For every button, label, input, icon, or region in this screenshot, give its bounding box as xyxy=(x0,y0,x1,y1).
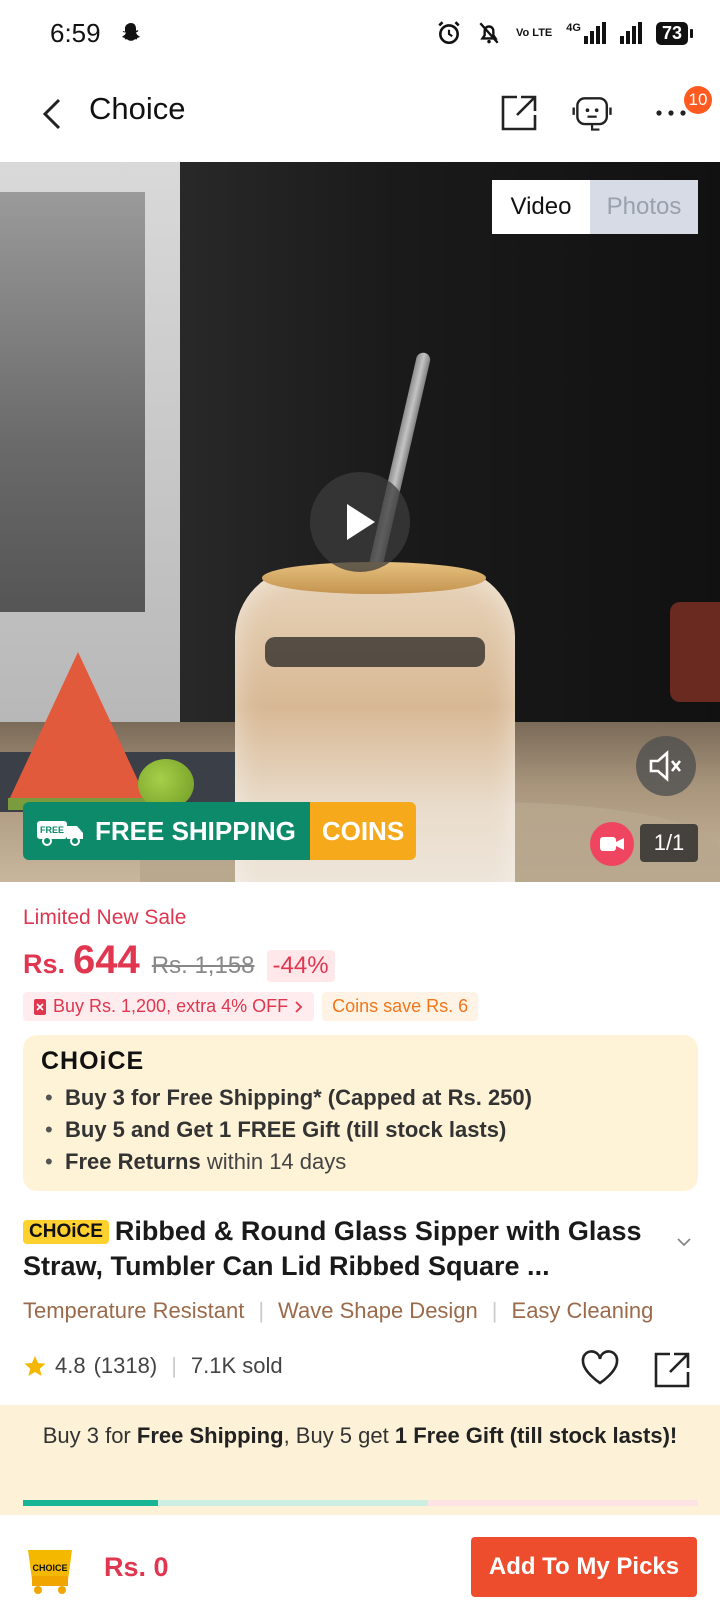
radio-prop xyxy=(670,602,720,702)
glass-reflection xyxy=(265,637,485,667)
media-tabs: Video Photos xyxy=(492,180,698,234)
chevron-right-icon xyxy=(295,1000,303,1013)
bundle-text: Buy 3 for xyxy=(42,1423,137,1448)
video-camera-icon xyxy=(600,837,624,851)
snapchat-icon xyxy=(122,23,140,41)
coupon-icon xyxy=(34,998,46,1015)
product-title-text: Ribbed & Round Glass Sipper with Glass S… xyxy=(23,1216,642,1281)
alarm-icon xyxy=(438,21,460,45)
price-currency: Rs. xyxy=(23,949,66,979)
star-icon xyxy=(24,1356,46,1376)
page-title: Choice xyxy=(89,91,186,126)
clock-text: 6:59 xyxy=(50,17,101,48)
benefit-item: Free Returns within 14 days xyxy=(41,1146,680,1178)
progress-segment-2 xyxy=(158,1500,428,1506)
status-icons: Vo LTE 4G 73 xyxy=(436,20,694,46)
customer-service-button[interactable] xyxy=(570,90,616,136)
choice-logo: CHOiCE xyxy=(41,1047,145,1075)
feature-tags: Temperature Resistant | Wave Shape Desig… xyxy=(23,1298,703,1324)
chevron-down-icon xyxy=(677,1238,691,1247)
divider: | xyxy=(171,1353,177,1378)
chevron-left-icon xyxy=(42,98,61,130)
price-row: Rs. 644 Rs. 1,158 -44% xyxy=(23,938,335,983)
status-bar: 6:59 Vo LTE 4G 73 xyxy=(0,0,720,66)
discount-badge: -44% xyxy=(266,950,335,982)
bundle-progress-bar xyxy=(23,1500,698,1506)
coins-label: COINS xyxy=(309,802,417,860)
benefit-item: Buy 3 for Free Shipping* (Capped at Rs. … xyxy=(41,1082,680,1114)
notification-badge: 10 xyxy=(684,86,712,114)
original-price: Rs. 1,158 xyxy=(151,952,255,979)
benefits-list: Buy 3 for Free Shipping* (Capped at Rs. … xyxy=(41,1082,680,1178)
media-counter: 1/1 xyxy=(640,824,698,862)
signal-4g-icon: 4G xyxy=(566,22,606,44)
back-button[interactable] xyxy=(32,94,72,134)
promo-row: Buy Rs. 1,200, extra 4% OFF Coins save R… xyxy=(23,992,479,1021)
choice-tag: CHOiCE xyxy=(23,1220,109,1244)
chat-bot-icon xyxy=(572,97,612,131)
product-title[interactable]: CHOiCE Ribbed & Round Glass Sipper with G… xyxy=(23,1214,673,1284)
progress-segment-3 xyxy=(428,1500,698,1506)
play-icon xyxy=(347,504,375,540)
choice-cart-button[interactable]: CHOICE xyxy=(22,1540,78,1596)
volume-muted-icon xyxy=(649,750,682,782)
divider: | xyxy=(491,1298,498,1323)
review-count: (1318) xyxy=(93,1353,158,1378)
product-media[interactable]: Video Photos FREE FREE SHIPPING COINS 1/… xyxy=(0,162,720,882)
truck-icon: FREE xyxy=(37,821,83,846)
free-tag-text: FREE xyxy=(40,825,64,835)
feature-tag: Wave Shape Design xyxy=(278,1298,478,1323)
share-icon xyxy=(501,95,537,131)
free-shipping-label: FREE FREE SHIPPING xyxy=(23,802,310,860)
tab-photos[interactable]: Photos xyxy=(590,180,698,234)
sold-count: 7.1K sold xyxy=(190,1353,283,1378)
heart-icon xyxy=(581,1350,619,1385)
bundle-text: , Buy 5 get xyxy=(283,1423,395,1448)
battery-icon: 73 xyxy=(655,21,694,45)
free-shipping-text: FREE SHIPPING xyxy=(95,815,296,846)
status-time: 6:59 xyxy=(50,18,143,49)
signal-icon xyxy=(619,22,642,44)
mute-bell-icon xyxy=(479,22,499,44)
sale-label: Limited New Sale xyxy=(23,906,187,929)
current-price: 644 xyxy=(73,938,140,982)
coins-save-promo[interactable]: Coins save Rs. 6 xyxy=(322,992,479,1021)
add-to-my-picks-button[interactable]: Add To My Picks xyxy=(471,1537,697,1597)
extra-off-promo[interactable]: Buy Rs. 1,200, extra 4% OFF xyxy=(23,992,315,1021)
rating-value: 4.8 xyxy=(55,1353,86,1378)
free-shipping-coins-badge: FREE FREE SHIPPING COINS xyxy=(23,802,417,860)
bundle-promo-bar: Buy 3 for Free Shipping, Buy 5 get 1 Fre… xyxy=(0,1405,720,1515)
choice-benefits-box[interactable]: CHOiCE Buy 3 for Free Shipping* (Capped … xyxy=(23,1035,698,1191)
more-dots-icon xyxy=(656,110,686,116)
share-button[interactable] xyxy=(652,1350,692,1395)
watermelon-slice xyxy=(8,652,148,802)
tab-video[interactable]: Video xyxy=(492,180,590,234)
mute-button[interactable] xyxy=(636,736,696,796)
feature-tag: Temperature Resistant xyxy=(23,1298,245,1323)
photo-backdrop-frame xyxy=(0,162,180,722)
extra-off-text: Buy Rs. 1,200, extra 4% OFF xyxy=(53,996,289,1016)
bundle-free-gift: 1 Free Gift (till stock lasts)! xyxy=(394,1423,678,1448)
top-header: Choice 10 xyxy=(0,66,720,162)
share-icon xyxy=(654,1352,690,1388)
bundle-free-shipping: Free Shipping xyxy=(136,1423,284,1448)
rating-row[interactable]: 4.8 (1318) | 7.1K sold xyxy=(23,1353,283,1379)
benefit-item: Buy 5 and Get 1 FREE Gift (till stock la… xyxy=(41,1114,680,1146)
feature-tag: Easy Cleaning xyxy=(511,1298,654,1323)
expand-title-button[interactable] xyxy=(676,1234,692,1252)
share-button-header[interactable] xyxy=(496,90,542,136)
progress-segment-filled xyxy=(23,1500,158,1506)
divider: | xyxy=(258,1298,265,1323)
wishlist-button[interactable] xyxy=(580,1350,620,1391)
bottom-price: Rs. 0 xyxy=(104,1552,169,1582)
volte-icon: Vo LTE xyxy=(516,26,553,39)
choice-cart-icon: CHOICE xyxy=(28,1550,72,1594)
video-camera-button[interactable] xyxy=(590,822,634,866)
play-button[interactable] xyxy=(310,472,410,572)
cart-badge-text: CHOICE xyxy=(32,1563,67,1573)
